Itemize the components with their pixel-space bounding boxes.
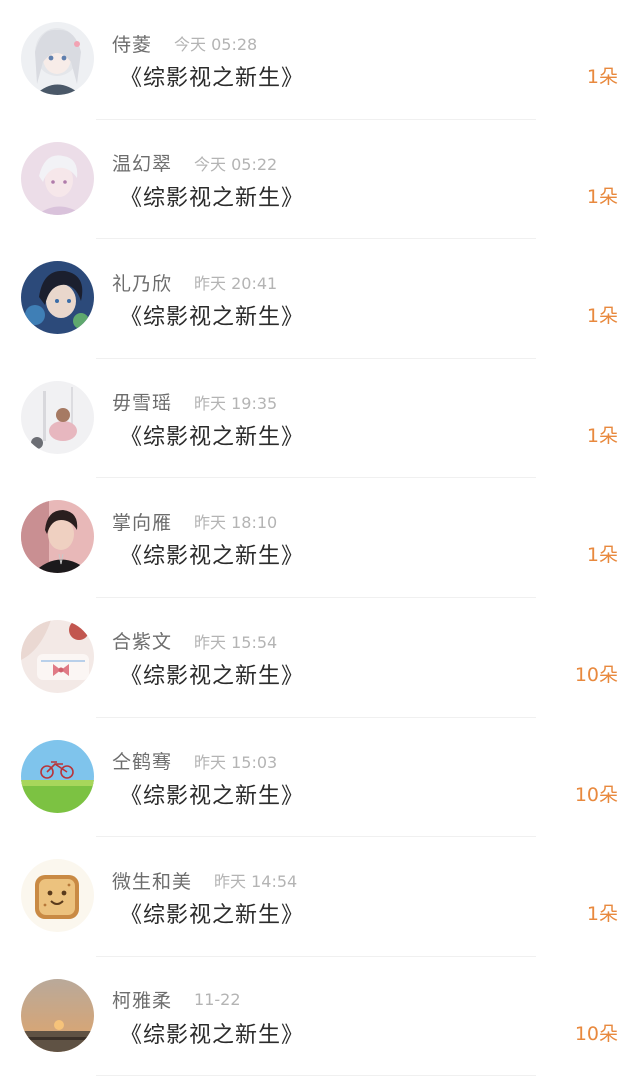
timestamp: 今天 05:22 — [194, 154, 278, 174]
gift-count: 1朵 — [586, 185, 618, 208]
gift-count: 1朵 — [586, 903, 618, 926]
gift-count: 1朵 — [586, 66, 618, 88]
book-title[interactable]: 《综影视之新生》 — [120, 180, 304, 212]
book-title[interactable]: 《综影视之新生》 — [120, 1017, 304, 1049]
gift-count: 10朵 — [574, 663, 618, 686]
book-title[interactable]: 《综影视之新生》 — [120, 897, 304, 929]
list-item[interactable]: 柯雅柔 11-22 《综影视之新生》 10朵 — [0, 957, 640, 1077]
user-name[interactable]: 礼乃欣 — [112, 269, 172, 296]
divider — [96, 1075, 536, 1077]
timestamp: 昨天 18:10 — [194, 513, 278, 533]
timestamp: 昨天 14:54 — [214, 872, 298, 892]
user-name[interactable]: 侍菱 — [112, 30, 152, 57]
book-title[interactable]: 《综影视之新生》 — [120, 658, 304, 690]
book-title[interactable]: 《综影视之新生》 — [120, 419, 304, 451]
list-item[interactable]: 侍菱 今天 05:28 《综影视之新生》 1朵 — [0, 0, 640, 120]
timestamp: 今天 05:28 — [174, 35, 258, 54]
illustration-avatar[interactable] — [21, 380, 94, 454]
user-name[interactable]: 微生和美 — [112, 867, 192, 894]
book-title[interactable]: 《综影视之新生》 — [120, 778, 304, 810]
man-portrait-avatar[interactable] — [21, 500, 94, 574]
gift-record-list: 侍菱 今天 05:28 《综影视之新生》 1朵 温幻翠 今天 05:22 《综影… — [0, 0, 640, 1077]
user-name[interactable]: 掌向雁 — [112, 508, 172, 535]
timestamp: 昨天 20:41 — [194, 274, 278, 294]
anime-boy-avatar[interactable] — [21, 141, 94, 215]
sunset-avatar[interactable] — [21, 978, 94, 1052]
user-name[interactable]: 合紫文 — [112, 627, 172, 654]
list-item[interactable]: 仝鹤骞 昨天 15:03 《综影视之新生》 10朵 — [0, 718, 640, 838]
bicycle-field-avatar[interactable] — [21, 739, 94, 813]
list-item[interactable]: 微生和美 昨天 14:54 《综影视之新生》 1朵 — [0, 837, 640, 957]
anime-girl-avatar[interactable] — [21, 22, 94, 95]
timestamp: 昨天 15:03 — [194, 752, 278, 772]
gift-count: 10朵 — [574, 1022, 618, 1045]
user-name[interactable]: 仝鹤骞 — [112, 747, 172, 774]
book-title[interactable]: 《综影视之新生》 — [120, 60, 304, 92]
timestamp: 昨天 15:54 — [194, 632, 278, 652]
list-item[interactable]: 合紫文 昨天 15:54 《综影视之新生》 10朵 — [0, 598, 640, 718]
pink-bow-avatar[interactable] — [21, 619, 94, 693]
gift-count: 1朵 — [586, 544, 618, 567]
list-item[interactable]: 礼乃欣 昨天 20:41 《综影视之新生》 1朵 — [0, 239, 640, 359]
gift-count: 1朵 — [586, 424, 618, 447]
list-item[interactable]: 温幻翠 今天 05:22 《综影视之新生》 1朵 — [0, 120, 640, 240]
gift-count: 10朵 — [574, 783, 618, 806]
list-item[interactable]: 毋雪瑶 昨天 19:35 《综影视之新生》 1朵 — [0, 359, 640, 479]
toast-face-avatar[interactable] — [21, 859, 94, 933]
gift-count: 1朵 — [586, 305, 618, 328]
list-item[interactable]: 掌向雁 昨天 18:10 《综影视之新生》 1朵 — [0, 478, 640, 598]
dark-hair-boy-avatar[interactable] — [21, 261, 94, 335]
user-name[interactable]: 柯雅柔 — [112, 986, 172, 1013]
timestamp: 昨天 19:35 — [194, 393, 278, 413]
user-name[interactable]: 温幻翠 — [112, 149, 172, 176]
user-name[interactable]: 毋雪瑶 — [112, 388, 172, 415]
book-title[interactable]: 《综影视之新生》 — [120, 538, 304, 570]
book-title[interactable]: 《综影视之新生》 — [120, 299, 304, 331]
timestamp: 11-22 — [194, 990, 241, 1010]
